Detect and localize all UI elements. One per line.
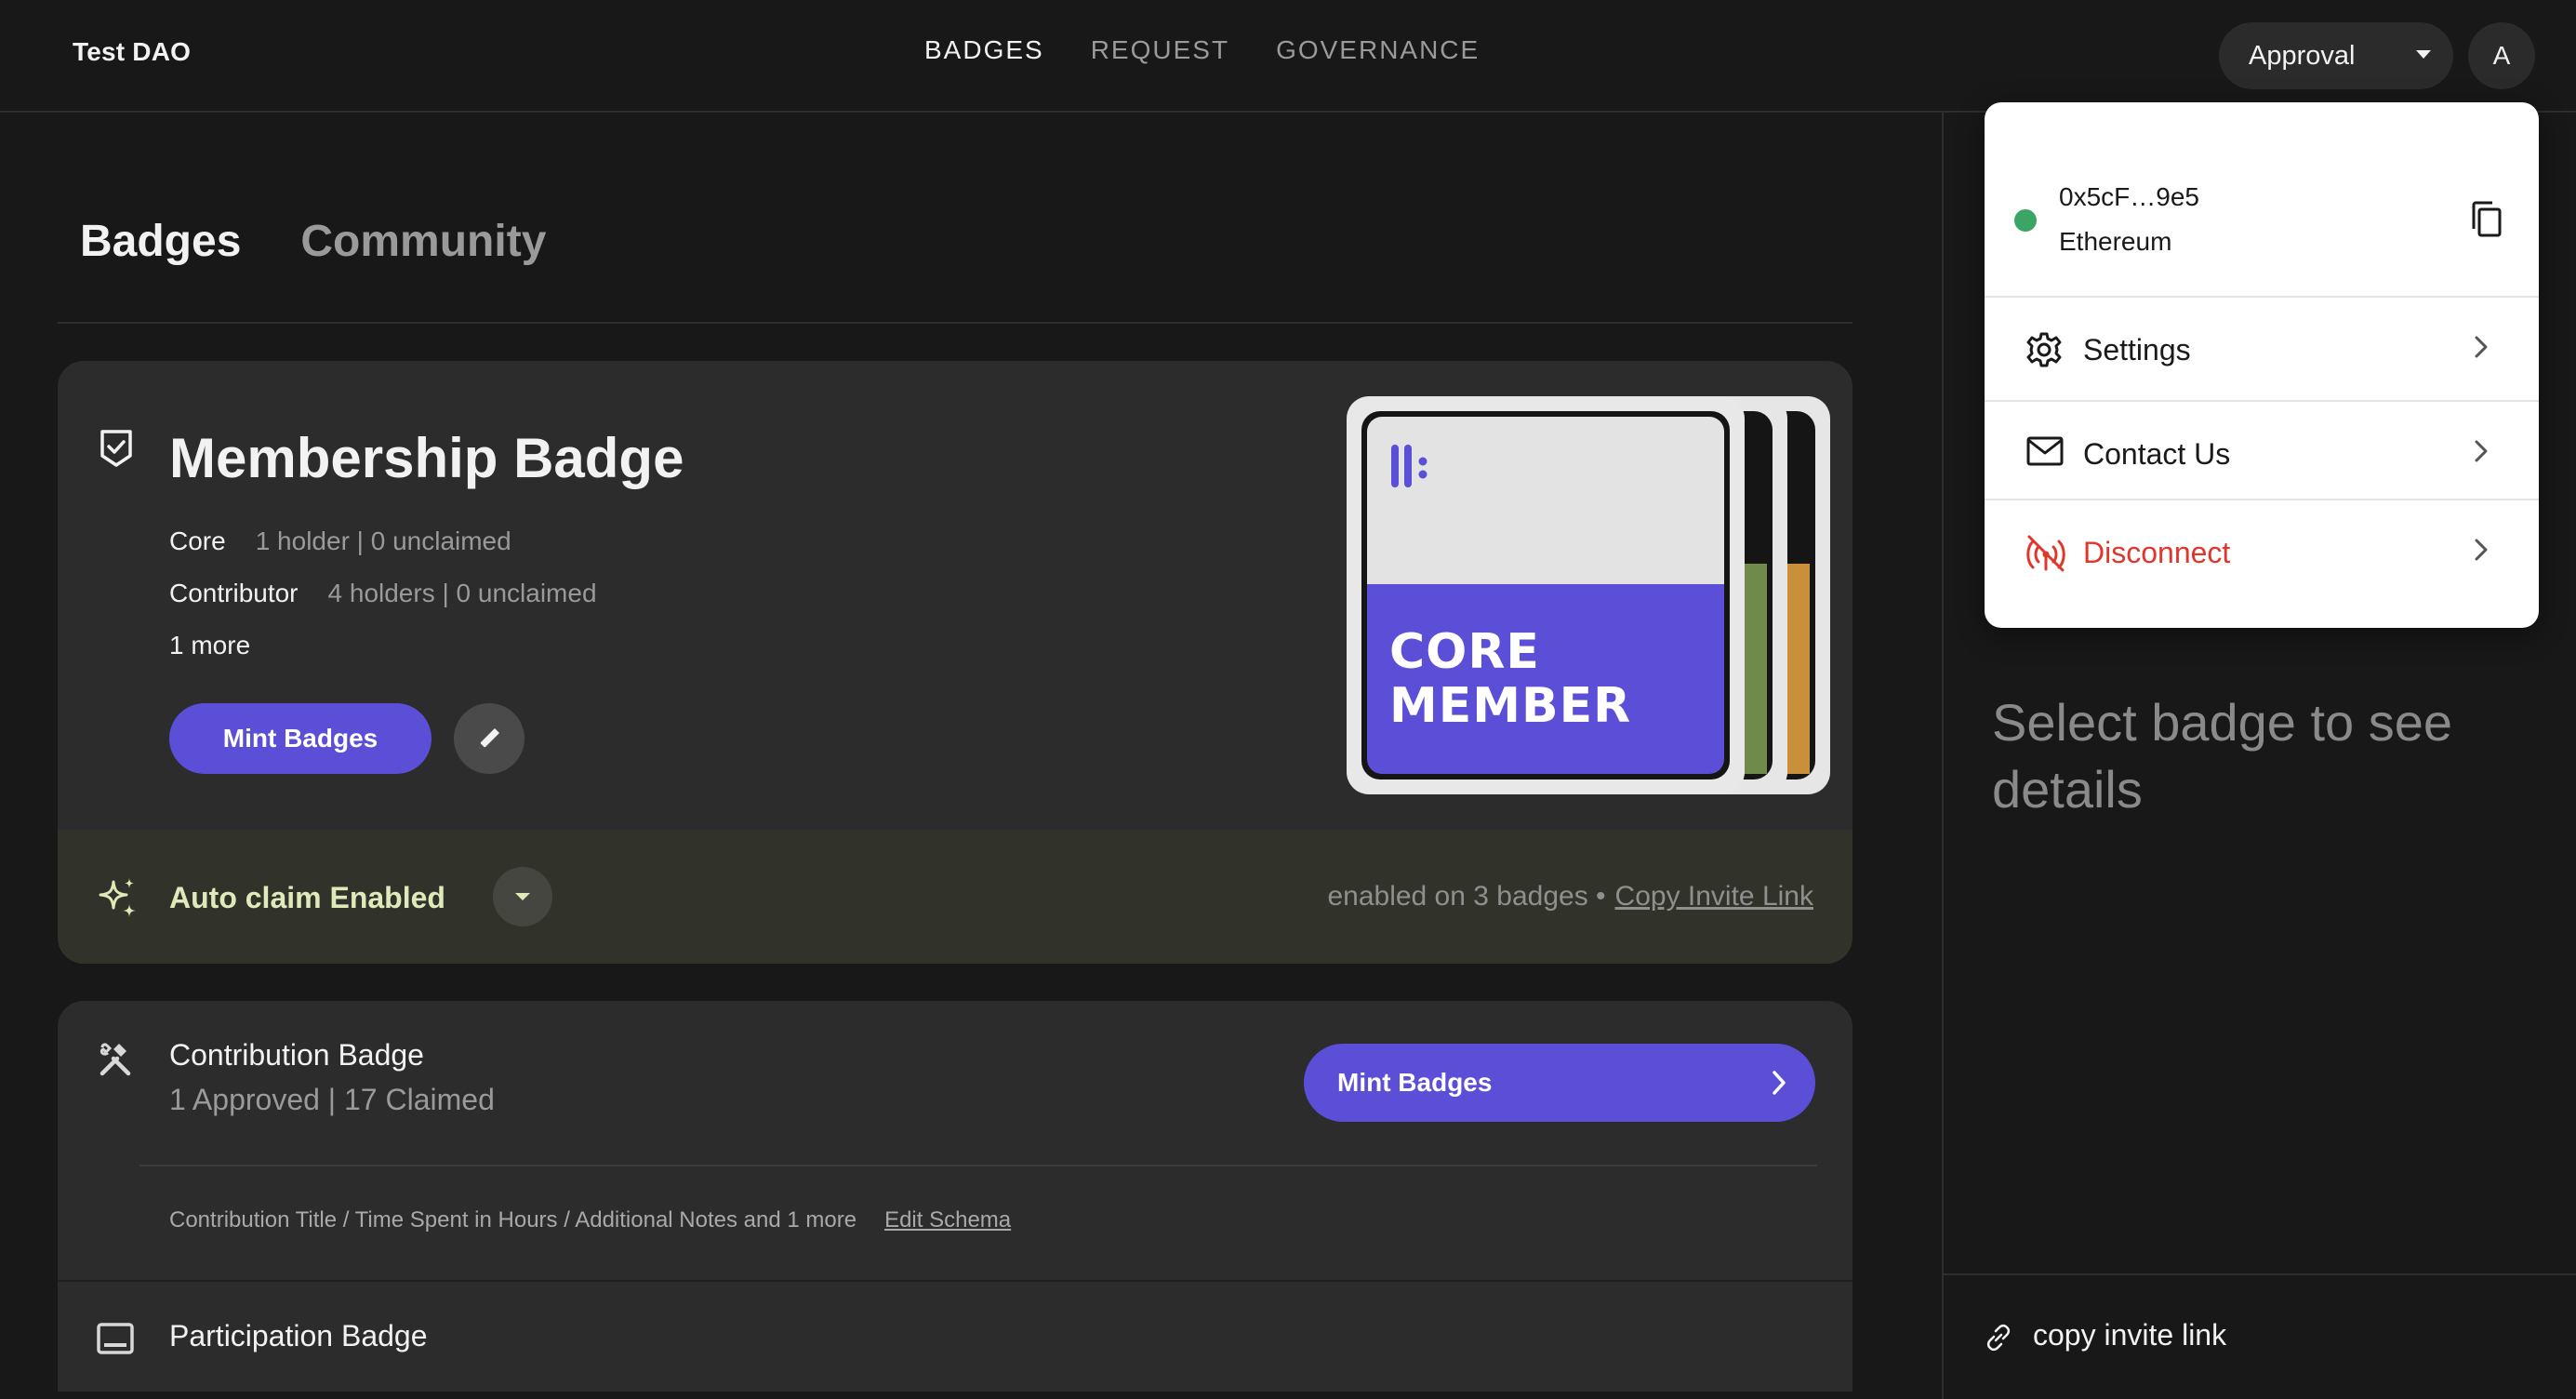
mint-badges-button[interactable]: Mint Badges [169,703,432,774]
online-status-dot [2014,209,2037,232]
membership-badge-card[interactable]: Membership Badge Core 1 holder | 0 uncla… [58,361,1852,964]
broadcast-off-icon [2025,534,2066,573]
menu-item-label: Settings [2083,333,2191,366]
role-select[interactable]: Approval [2219,22,2453,89]
tools-icon [97,1042,134,1079]
tier-row-contributor: Contributor 4 holders | 0 unclaimed [169,579,597,608]
tab-badges[interactable]: Badges [80,216,241,267]
auto-claim-status: enabled on 3 badges • Copy Invite Link [1327,881,1813,913]
chevron-right-icon [2474,439,2489,463]
tab-community[interactable]: Community [300,216,546,267]
avatar[interactable]: A [2468,22,2535,89]
contribution-mint-button[interactable]: Mint Badges [1304,1044,1815,1122]
membership-title: Membership Badge [169,427,684,489]
nav-badges[interactable]: BADGES [924,35,1044,65]
participation-badge-card[interactable]: Participation Badge [58,1280,1852,1392]
participation-title: Participation Badge [169,1319,428,1352]
gear-icon [2025,331,2063,368]
details-footer: copy invite link [1944,1273,2576,1399]
nav-governance[interactable]: GOVERNANCE [1276,35,1480,65]
pencil-icon [474,724,504,753]
badge-card-front: CORE MEMBER [1347,396,1745,794]
account-info: 0x5cF…9e5 Ethereum [1985,102,2539,296]
details-placeholder: Select badge to see details [1992,693,2453,819]
contribution-stats: 1 Approved | 17 Claimed [169,1083,495,1116]
divider [1985,499,2539,500]
menu-item-disconnect[interactable]: Disconnect [1985,502,2539,599]
auto-claim-title: Auto claim Enabled [169,881,445,914]
tier-row-core: Core 1 holder | 0 unclaimed [169,526,511,556]
auto-claim-bar: Auto claim Enabled enabled on 3 badges •… [58,830,1852,964]
wallet-address: 0x5cF…9e5 [2059,182,2199,211]
account-dropdown: 0x5cF…9e5 Ethereum Settings Contact Us D… [1985,102,2539,628]
badge-art-stack[interactable]: CORE MEMBER [1347,396,1830,794]
nav-request[interactable]: REQUEST [1091,35,1229,65]
network-name: Ethereum [2059,227,2172,256]
brand-name[interactable]: Test DAO [73,37,191,67]
schema-fields: Contribution Title / Time Spent in Hours… [169,1207,857,1232]
chevron-right-icon [2474,335,2489,359]
page-tabs: Badges Community [80,216,546,267]
menu-item-contact-us[interactable]: Contact Us [1985,404,2539,500]
tier-meta: 4 holders | 0 unclaimed [327,579,597,607]
divider [1985,400,2539,402]
badge-logo-icon [1389,443,1432,489]
sparkles-icon [95,876,139,921]
display-icon [97,1323,134,1354]
auto-claim-count: enabled on 3 badges • [1327,881,1606,912]
mail-icon [2025,435,2065,467]
menu-item-label: Contact Us [2083,437,2231,471]
tier-name: Core [169,526,226,555]
divider [139,1165,1817,1166]
chevron-right-icon [1771,1070,1787,1096]
menu-item-settings[interactable]: Settings [1985,300,2539,396]
contribution-title: Contribution Badge [169,1038,424,1072]
copy-invite-link[interactable]: Copy Invite Link [1615,881,1813,913]
more-tiers-link[interactable]: 1 more [169,631,250,660]
menu-item-label: Disconnect [2083,536,2231,569]
divider [1985,296,2539,298]
shield-check-icon [99,428,134,469]
caret-down-icon [514,892,531,901]
edit-button[interactable] [454,703,524,774]
auto-claim-expand-button[interactable] [493,867,552,926]
top-bar: Test DAO BADGES REQUEST GOVERNANCE Appro… [0,0,2576,113]
caret-down-icon [2414,49,2433,60]
role-select-value: Approval [2249,40,2356,71]
badge-art-text: CORE MEMBER [1389,624,1632,734]
tier-name: Contributor [169,579,299,607]
main-nav: BADGES REQUEST GOVERNANCE [924,35,1480,65]
copy-invite-link-button[interactable]: copy invite link [2033,1318,2226,1352]
contribution-badge-card[interactable]: Contribution Badge 1 Approved | 17 Claim… [58,1001,1852,1280]
link-icon [1985,1324,2012,1352]
tier-meta: 1 holder | 0 unclaimed [255,526,511,555]
schema-summary: Contribution Title / Time Spent in Hours… [169,1207,1011,1233]
copy-icon[interactable] [2470,201,2503,238]
mint-button-label: Mint Badges [1337,1068,1493,1097]
chevron-right-icon [2474,538,2489,562]
tabs-divider [58,322,1852,324]
edit-schema-link[interactable]: Edit Schema [884,1207,1011,1233]
